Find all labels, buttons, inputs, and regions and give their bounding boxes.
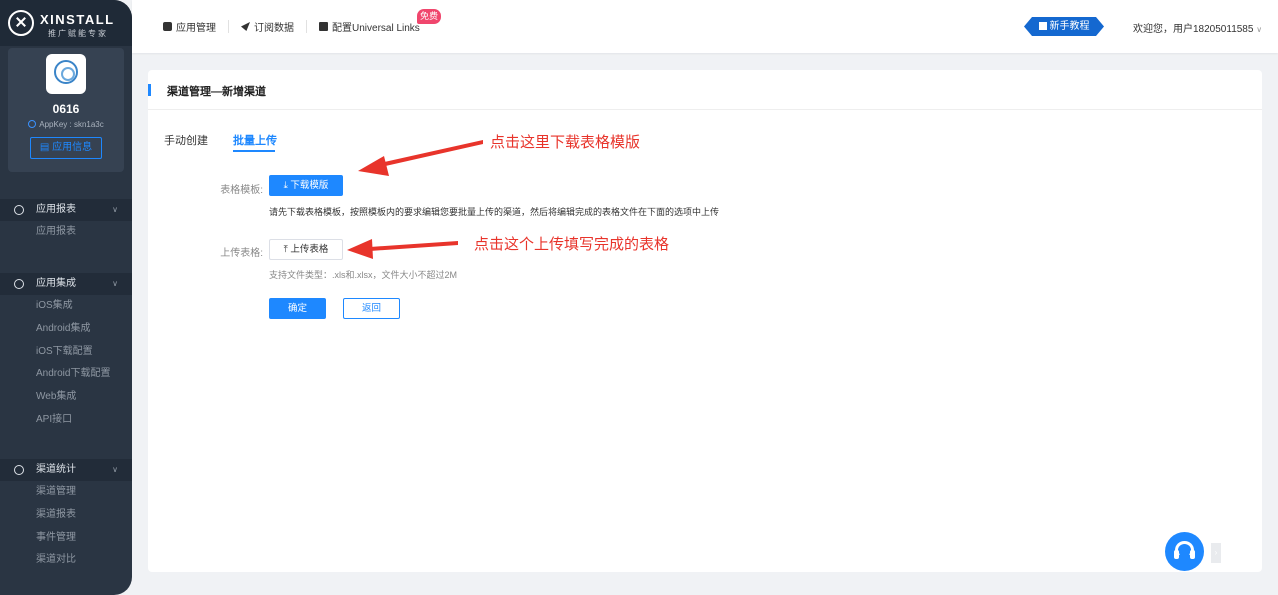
welcome-text: 欢迎您，用户18205011585 [1133,24,1254,35]
sidebar-item-api[interactable]: API接口 [0,409,132,432]
back-button[interactable]: 返回 [343,298,400,319]
sidebar-item-android-integration[interactable]: Android集成 [0,318,132,341]
chevron-down-icon: ∨ [112,465,118,474]
confirm-button[interactable]: 确定 [269,298,326,319]
download-template-button[interactable]: ⤓ 下载模版 [269,175,343,196]
upload-hint: 支持文件类型：.xls和.xlsx，文件大小不超过2M [269,270,458,280]
sidebar-item-ios-download-config[interactable]: iOS下载配置 [0,341,132,364]
nav-group-title: 应用报表 [36,204,76,215]
divider [306,20,307,33]
brand-name: XINSTALL [40,12,115,27]
nav-group-title: 应用集成 [36,278,76,289]
cube-icon [14,279,24,289]
nav-group-channel: 渠道统计 ∨ 渠道管理 渠道报表 事件管理 渠道对比 [0,459,132,572]
sidebar-item-channel-report[interactable]: 渠道报表 [0,504,132,527]
sidebar-item-android-download-config[interactable]: Android下载配置 [0,363,132,386]
upload-icon: ⤒ [283,244,288,255]
tab-batch-upload[interactable]: 批量上传 [233,132,277,148]
upload-label: 上传表格: [220,248,263,259]
upload-button-label: 上传表格 [290,244,329,255]
card-header: 渠道管理—新增渠道 [148,70,1262,110]
app-card: 0616 AppKey : skn1a3c ▤ 应用信息 [8,48,124,172]
topnav-universal-links[interactable]: 配置Universal Links [319,0,420,53]
app-info-button[interactable]: ▤ 应用信息 [30,137,102,159]
page-title: 渠道管理—新增渠道 [167,86,266,98]
collapse-tab[interactable]: › [1211,543,1221,563]
template-label: 表格模板: [220,185,263,196]
nav-group-integration: 应用集成 ∨ iOS集成 Android集成 iOS下载配置 Android下载… [0,273,132,432]
sidebar-item-ios-integration[interactable]: iOS集成 [0,295,132,318]
topnav-label: 订阅数据 [254,23,294,34]
upload-table-button[interactable]: ⤒ 上传表格 [269,239,343,260]
topbar: 应用管理 订阅数据 配置Universal Links 免费 新手教程 欢迎您，… [132,0,1278,53]
topnav-subscribe[interactable]: 订阅数据 [241,0,294,53]
sidebar-item-web-integration[interactable]: Web集成 [0,386,132,409]
tab-manual-create[interactable]: 手动创建 [164,132,208,148]
customer-support-button[interactable] [1165,532,1204,571]
app-avatar [46,54,86,94]
topnav-app-manage[interactable]: 应用管理 [163,0,216,53]
sidebar: XINSTALL 推广赋能专家 0616 AppKey : skn1a3c ▤ … [0,0,132,595]
briefcase-icon [319,22,328,31]
nav-group-head-channel[interactable]: 渠道统计 ∨ [0,459,132,481]
divider [228,20,229,33]
question-icon[interactable] [28,120,37,128]
free-badge: 免费 [417,9,441,24]
app-key: AppKey : skn1a3c [8,120,124,129]
cube-icon [163,22,172,31]
brand[interactable]: XINSTALL 推广赋能专家 [0,0,132,46]
download-icon: ⤓ [283,180,288,191]
annotation-download-note: 点击这里下载表格模版 [490,134,641,151]
xinstall-logo-icon [8,10,34,36]
main-card: 渠道管理—新增渠道 手动创建 批量上传 表格模板: ⤓ 下载模版 请先下载表格模… [148,70,1262,572]
app-key-text: AppKey : skn1a3c [39,120,104,129]
clock-icon [14,205,24,215]
active-tab-indicator [233,150,275,152]
nav-group-head-reports[interactable]: 应用报表 ∨ [0,199,132,221]
topnav-label: 配置Universal Links [332,23,420,34]
guide-label: 新手教程 [1049,21,1090,32]
guide-button[interactable]: 新手教程 [1024,17,1104,36]
brand-subtitle: 推广赋能专家 [48,29,108,38]
annotation-upload-note: 点击这个上传填写完成的表格 [474,236,670,253]
topnav-label: 应用管理 [176,23,216,34]
sidebar-item-channel-manage[interactable]: 渠道管理 [0,481,132,504]
app-name: 0616 [52,102,80,116]
nav-group-reports: 应用报表 ∨ 应用报表 [0,199,132,244]
send-icon [241,22,250,31]
user-menu[interactable]: 欢迎您，用户18205011585 ∨ [1133,20,1262,35]
book-icon [1039,22,1047,30]
nav-group-head-integration[interactable]: 应用集成 ∨ [0,273,132,295]
download-label: 下载模版 [290,180,329,191]
template-hint: 请先下载表格模板，按照模板内的要求编辑您要批量上传的渠道，然后将编辑完成的表格文… [269,207,720,217]
nav-group-title: 渠道统计 [36,464,76,475]
chevron-down-icon: ∨ [112,279,118,288]
triangle-icon [14,465,24,475]
title-accent-bar [148,84,151,96]
chevron-down-icon: ∨ [112,205,118,214]
sidebar-item-event-manage[interactable]: 事件管理 [0,527,132,550]
app-info-label: 应用信息 [52,142,93,153]
chevron-down-icon: ∨ [1256,25,1263,34]
sidebar-item-app-report[interactable]: 应用报表 [0,221,132,244]
sidebar-item-channel-compare[interactable]: 渠道对比 [0,549,132,572]
